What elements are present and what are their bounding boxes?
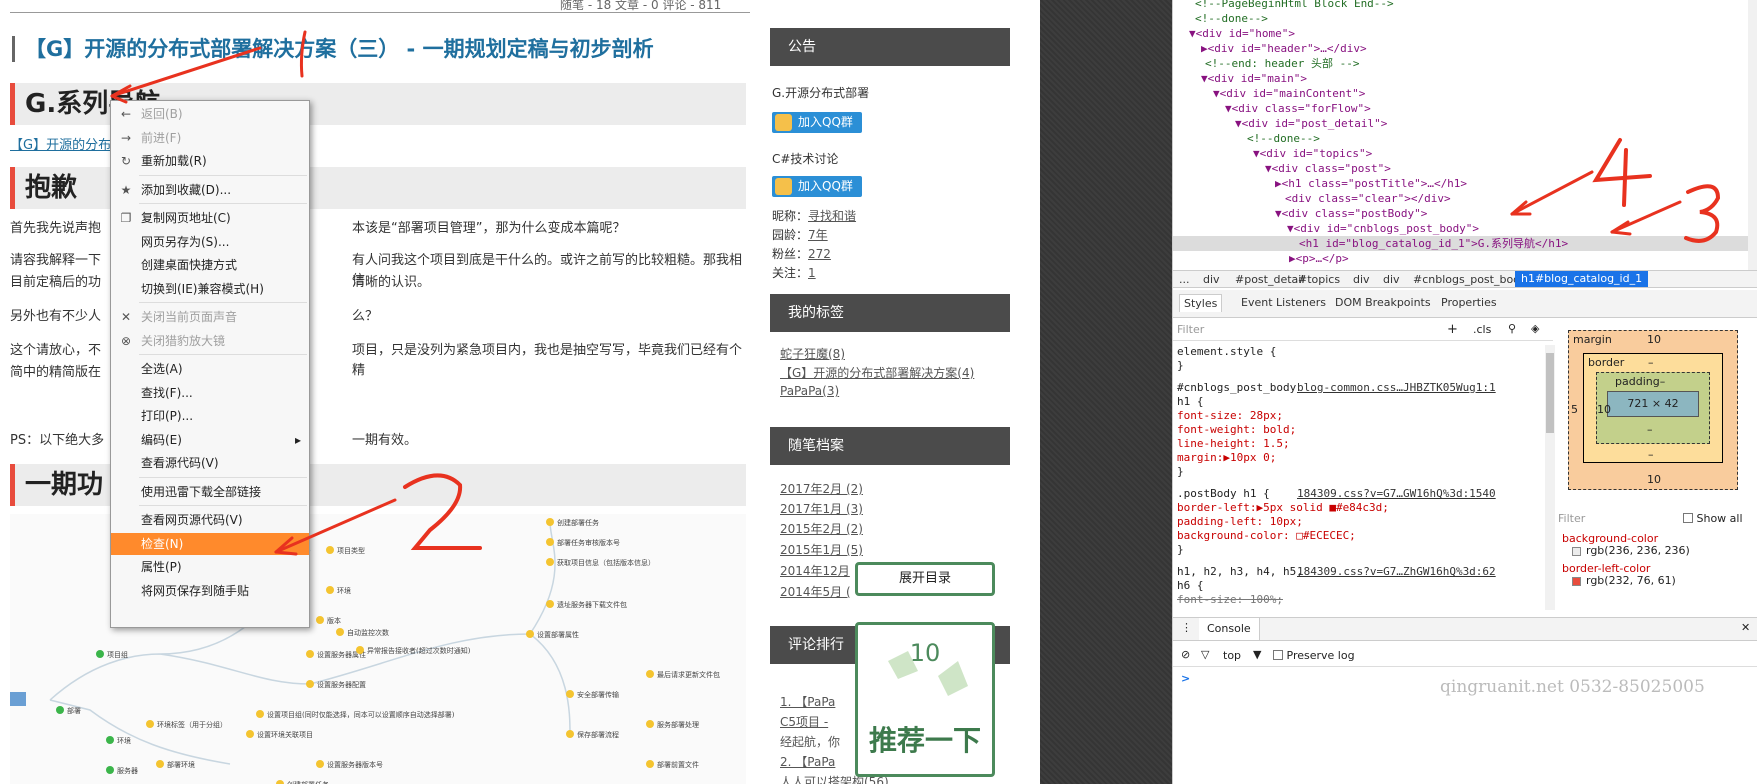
arrow-4-head — [1510, 200, 1532, 216]
arrow-3 — [1610, 200, 1682, 234]
arrow-1 — [110, 46, 262, 98]
annotation-1-stroke — [299, 30, 307, 78]
annotation-label-2: 2 — [420, 470, 421, 471]
annotation-label-4: 4 — [1610, 150, 1611, 151]
annotation-label-1: 1 — [300, 20, 301, 21]
arrow-2 — [274, 498, 397, 554]
annotation-label-3: 3 — [1700, 190, 1701, 191]
annotation-4-stroke — [1592, 138, 1652, 207]
arrow-4 — [1510, 170, 1594, 216]
annotation-overlay — [110, 30, 1721, 556]
annotation-3-stroke — [1684, 184, 1721, 243]
annotation-2-stroke — [403, 473, 482, 550]
arrow-3-head — [1610, 220, 1632, 236]
